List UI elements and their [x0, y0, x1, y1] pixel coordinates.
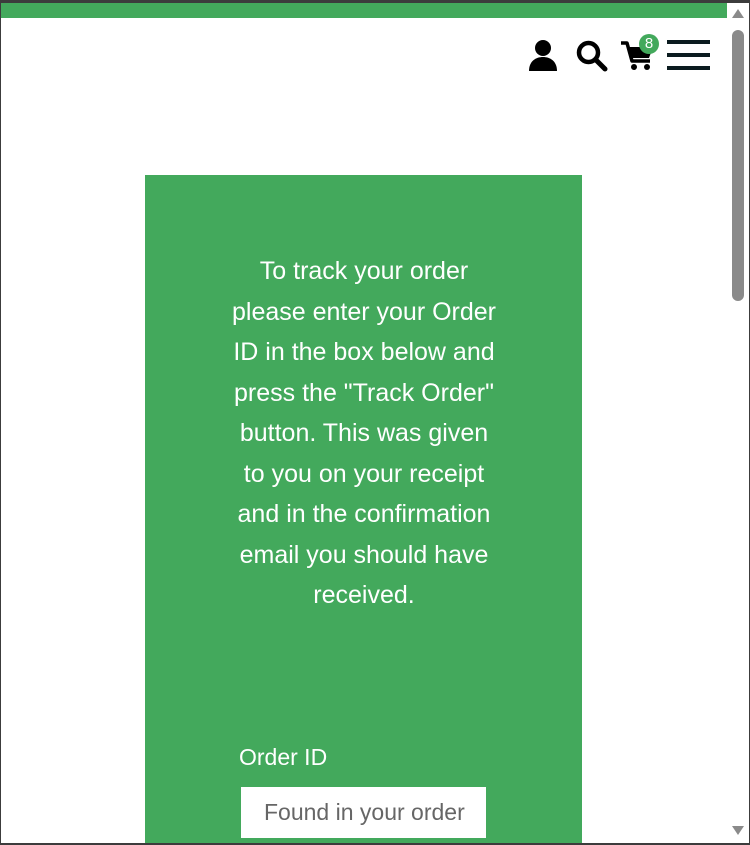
scrollbar-thumb[interactable]: [732, 30, 744, 301]
scroll-up-arrow-icon[interactable]: [732, 9, 744, 18]
order-id-label: Order ID: [239, 744, 328, 770]
search-icon[interactable]: [576, 40, 608, 72]
user-icon[interactable]: [528, 40, 558, 72]
brand-top-bar: [1, 3, 727, 18]
scroll-down-arrow-icon[interactable]: [732, 826, 744, 835]
track-order-instructions: To track your order please enter your Or…: [231, 257, 497, 609]
vertical-scrollbar[interactable]: [727, 3, 749, 843]
track-order-panel: To track your order please enter your Or…: [145, 175, 582, 843]
menu-icon[interactable]: [667, 40, 710, 70]
order-id-input[interactable]: [241, 787, 486, 838]
browser-viewport: 8 To track your order please enter your …: [0, 0, 750, 845]
cart-count-badge: 8: [639, 34, 659, 54]
